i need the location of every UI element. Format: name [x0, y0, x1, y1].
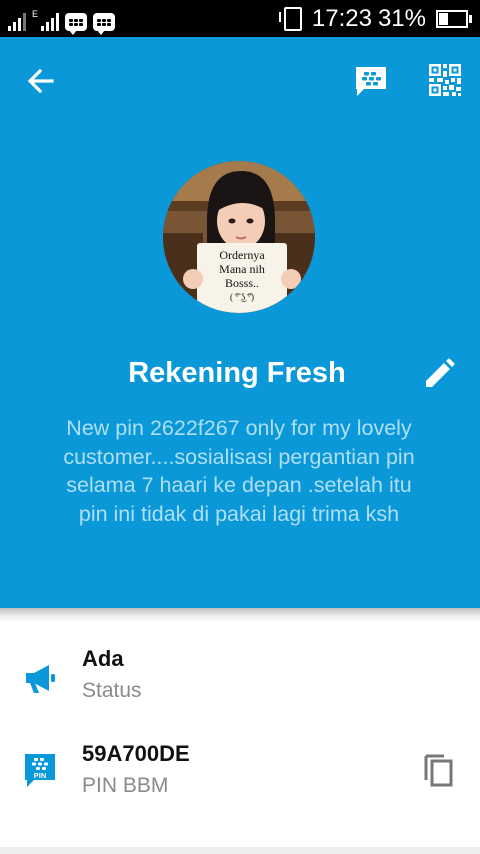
bbm-pin-icon: PIN [22, 752, 58, 788]
network-type-label: E [32, 9, 39, 19]
bbm-chat-icon [356, 67, 386, 96]
bottom-background [0, 847, 480, 854]
avatar-caption-line-4: ( ͡° ͜ʖ ͡°) [230, 292, 254, 302]
copy-icon [424, 754, 453, 787]
signal-2-icon [41, 11, 60, 31]
qr-code-button[interactable] [428, 63, 462, 97]
details-card: Ada Status PIN 59A700DE PIN BBM [0, 622, 480, 847]
megaphone-icon [22, 660, 58, 696]
status-value: Ada [82, 646, 124, 671]
battery-icon [436, 10, 472, 28]
pin-label: PIN BBM [82, 774, 169, 797]
pencil-icon [426, 358, 455, 387]
pin-icon-text: PIN [34, 771, 47, 780]
status-label: Status [82, 679, 142, 702]
status-right: 17:23 31% [278, 4, 472, 34]
status-left: E [8, 7, 116, 35]
vibrate-icon [278, 7, 302, 31]
back-button[interactable] [22, 63, 62, 99]
arrow-left-icon [27, 68, 54, 94]
profile-avatar[interactable]: Ordernya Mana nih Bosss.. ( ͡° ͜ʖ ͡°) [163, 161, 315, 313]
bbm-notification-icon-2 [93, 13, 116, 35]
copy-pin-button[interactable] [422, 750, 456, 788]
bbm-chat-button[interactable] [353, 63, 389, 99]
battery-fill [439, 13, 448, 25]
signal-1-icon [8, 11, 26, 31]
status-bar: E 17:23 31% [0, 0, 480, 37]
profile-header: Ordernya Mana nih Bosss.. ( ͡° ͜ʖ ͡°) Re… [0, 37, 480, 608]
avatar-caption-line-1: Ordernya [219, 248, 265, 262]
header-shadow [0, 608, 480, 622]
edit-button[interactable] [422, 357, 456, 391]
contact-bio: New pin 2622f267 only for my lovely cust… [63, 416, 415, 526]
qr-code-icon [429, 64, 461, 96]
battery-percent: 31% [377, 5, 426, 32]
avatar-caption-line-2: Mana nih [219, 262, 265, 276]
avatar-photo: Ordernya Mana nih Bosss.. ( ͡° ͜ʖ ͡°) [163, 161, 315, 313]
contact-name: Rekening Fresh [128, 357, 346, 389]
bbm-notification-icon [65, 13, 88, 35]
avatar-caption-line-3: Bosss.. [225, 276, 259, 290]
pin-value: 59A700DE [82, 741, 190, 766]
clock: 17:23 [311, 5, 372, 32]
